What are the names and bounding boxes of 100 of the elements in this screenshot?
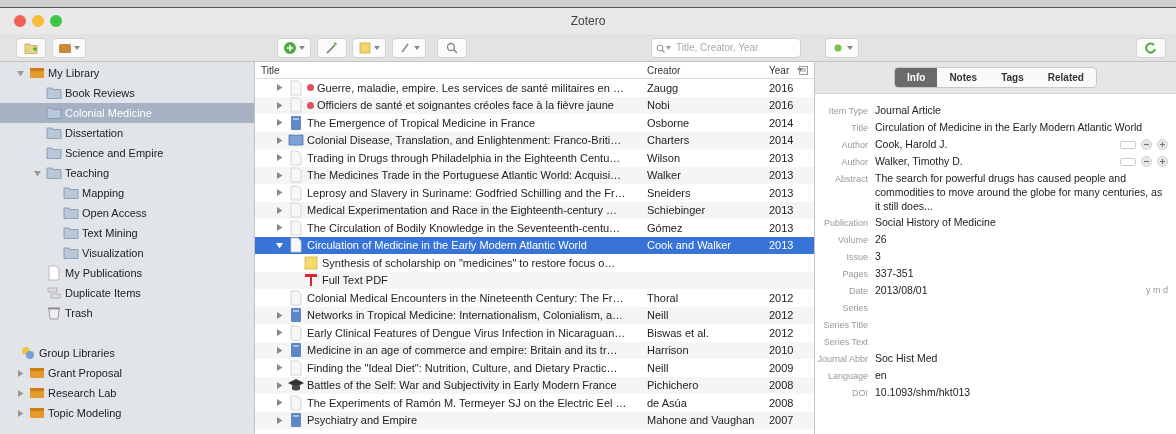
field-value[interactable]: 337-351 (875, 266, 1168, 281)
attachment-button[interactable] (391, 37, 426, 58)
item-row[interactable]: Trading in Drugs through Philadelphia in the Eighteenth Centu… Wilson 2013 (255, 149, 814, 167)
sync-button[interactable] (1136, 37, 1166, 58)
new-collection-button[interactable] (16, 37, 46, 58)
field-value[interactable]: en (875, 368, 1168, 383)
disclosure-triangle[interactable] (275, 364, 283, 372)
disclosure-triangle[interactable] (275, 346, 283, 354)
item-row[interactable]: Circulation of Medicine in the Early Modern Atlantic World Cook and Walker 2013 (255, 236, 814, 254)
item-row[interactable]: Networks in Tropical Medicine: Internationalism, Colonialism, a… Neill 2012 (255, 306, 814, 324)
column-header[interactable]: Title (255, 62, 643, 78)
new-library-button[interactable] (51, 37, 86, 58)
field-mode-toggle-icon[interactable] (1120, 157, 1136, 166)
disclosure-triangle[interactable] (275, 416, 283, 424)
collection-item[interactable]: Grant Proposal (0, 363, 254, 383)
item-row[interactable]: Colonial Disease, Translation, and Enlightenment: Franco-Briti… Charters 2014 (255, 131, 814, 149)
attachment-row[interactable]: Full Text PDF (255, 271, 814, 289)
collection-item[interactable]: Dissertation (0, 123, 254, 143)
add-icon[interactable] (1157, 139, 1168, 150)
collection-item[interactable]: Science and Empire (0, 143, 254, 163)
search-field[interactable]: Title, Creator, Year (651, 37, 801, 58)
item-row[interactable]: Leprosy and Slavery in Suriname: Godfried Schilling and the Fr… Sneiders 2013 (255, 184, 814, 202)
collection-item[interactable]: Open Access (0, 203, 254, 223)
collection-item[interactable]: My Library (0, 63, 254, 83)
document-icon (288, 237, 304, 254)
new-item-button[interactable] (277, 37, 311, 58)
field-value[interactable]: 3 (875, 249, 1168, 264)
tab[interactable]: Related (1035, 68, 1096, 87)
tab[interactable]: Notes (937, 68, 990, 87)
item-row[interactable]: The Medicines Trade in the Portuguese Atlantic World: Acquisi… Walker 2013 (255, 166, 814, 184)
collection-item[interactable]: Duplicate Items (0, 283, 254, 303)
close-button[interactable] (14, 15, 26, 27)
item-row[interactable]: Battles of the Self: War and Subjectivity in Early Modern France Pichichero 2008 (255, 376, 814, 394)
item-row[interactable]: Officiers de santé et soignantes créoles face à la fièvre jaune Nobi 2016 (255, 96, 814, 114)
add-by-identifier-button[interactable] (316, 37, 347, 58)
field-value[interactable]: Circulation of Medicine in the Early Modern Atlantic World (875, 120, 1168, 135)
field-value[interactable]: Cook, Harold J. (875, 137, 1120, 152)
document-icon (288, 359, 304, 376)
disclosure-triangle[interactable] (275, 399, 283, 407)
item-row[interactable]: Finding the "Ideal Diet": Nutrition, Culture, and Dietary Practic… Neill 2009 (255, 359, 814, 377)
item-row[interactable]: The Experiments of Ramón M. Termeyer SJ on the Electric Eel … de Asúa 2008 (255, 394, 814, 412)
disclosure-triangle[interactable] (275, 84, 283, 92)
remove-icon[interactable] (1141, 139, 1152, 150)
collection-item[interactable]: My Publications (0, 263, 254, 283)
item-creator: Charters (646, 133, 691, 148)
field-value[interactable]: Soc Hist Med (875, 351, 1168, 366)
item-title: The Experiments of Ramón M. Termeyer SJ on the Electric Eel … (307, 395, 627, 411)
zoom-button[interactable] (50, 15, 62, 27)
item-row[interactable]: Early Clinical Features of Dengue Virus Infection in Nicaraguan… Biswas et al. 2012 (255, 324, 814, 342)
field-value[interactable]: Social History of Medicine (875, 215, 1168, 230)
column-picker-icon[interactable] (799, 65, 808, 75)
collection-item[interactable]: Teaching (0, 163, 254, 183)
add-icon[interactable] (1157, 156, 1168, 167)
new-note-button[interactable] (352, 37, 386, 58)
disclosure-triangle[interactable] (275, 189, 283, 197)
item-row[interactable]: Medicine in an age of commerce and empire: Britain and its tr… Harrison 2010 (255, 341, 814, 359)
remove-icon[interactable] (1141, 156, 1152, 167)
disclosure-triangle[interactable] (16, 409, 24, 417)
disclosure-triangle[interactable] (16, 389, 24, 397)
item-row[interactable]: Psychiatry and Empire Mahone and Vaughan 2007 (255, 411, 814, 429)
field-value[interactable]: 26 (875, 232, 1168, 247)
disclosure-triangle[interactable] (275, 136, 283, 144)
disclosure-triangle[interactable] (275, 241, 283, 249)
disclosure-triangle[interactable] (275, 329, 283, 337)
collection-item[interactable]: Mapping (0, 183, 254, 203)
tab[interactable]: Info (895, 68, 938, 87)
item-row[interactable]: The Circulation of Bodily Knowledge in the Seventeenth-centu… Gómez 2013 (255, 219, 814, 237)
collection-item[interactable]: Book Reviews (0, 83, 254, 103)
field-value[interactable]: Journal Article (875, 103, 1168, 118)
advanced-search-button[interactable] (437, 37, 467, 58)
field-value[interactable]: Walker, Timothy D. (875, 154, 1120, 169)
disclosure-triangle[interactable] (275, 224, 283, 232)
collection-item[interactable]: Topic Modeling (0, 403, 254, 423)
column-header[interactable]: Year (767, 62, 799, 78)
disclosure-triangle[interactable] (16, 69, 24, 77)
tab[interactable]: Tags (989, 68, 1036, 87)
field-value[interactable]: 2013/08/01 (875, 283, 1146, 298)
item-row[interactable]: The Emergence of Tropical Medicine in France Osborne 2014 (255, 114, 814, 132)
disclosure-triangle[interactable] (33, 169, 41, 177)
disclosure-triangle[interactable] (275, 206, 283, 214)
item-row[interactable]: Guerre, maladie, empire. Les services de santé militaires en … Zaugg 2016 (255, 79, 814, 97)
disclosure-triangle[interactable] (275, 171, 283, 179)
column-header[interactable]: Creator (643, 62, 767, 78)
collection-item[interactable]: Text Mining (0, 223, 254, 243)
disclosure-triangle[interactable] (275, 311, 283, 319)
disclosure-triangle[interactable] (275, 119, 283, 127)
disclosure-triangle[interactable] (275, 154, 283, 162)
item-row[interactable]: Colonial Medical Encounters in the Nineteenth Century: The Fr… Thoral 2012 (255, 289, 814, 307)
collection-item[interactable]: Trash (0, 303, 254, 323)
disclosure-triangle[interactable] (275, 101, 283, 109)
collection-item[interactable]: Visualization (0, 243, 254, 263)
field-value[interactable]: The search for powerful drugs has caused people and commodities to move around the globe for many centuries, as it still does... (875, 171, 1168, 213)
field-mode-toggle-icon[interactable] (1120, 140, 1136, 149)
attachment-row[interactable]: Synthesis of scholarship on "medicines" to restore focus o… (255, 254, 814, 272)
locate-button[interactable] (825, 37, 859, 58)
disclosure-triangle[interactable] (275, 381, 283, 389)
field-value[interactable]: 10.1093/shm/hkt013 (875, 385, 1168, 400)
collection-item[interactable]: Research Lab (0, 383, 254, 403)
disclosure-triangle[interactable] (16, 369, 24, 377)
item-row[interactable]: Medical Experimentation and Race in the Eighteenth-century … Schiebinger 2013 (255, 201, 814, 219)
